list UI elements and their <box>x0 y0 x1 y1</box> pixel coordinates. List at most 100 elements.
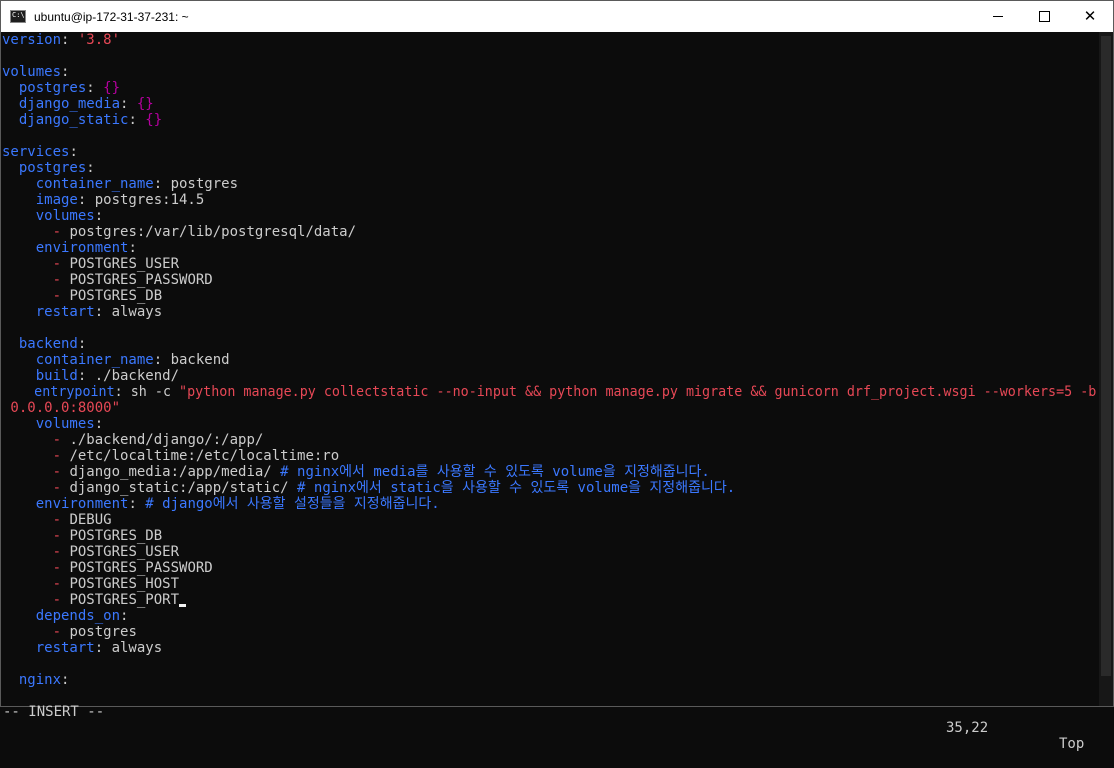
code-token: environment <box>2 240 129 256</box>
code-line: - POSTGRES_HOST <box>2 576 179 592</box>
code-token: : backend <box>153 352 230 368</box>
code-token: version <box>2 32 62 48</box>
code-token: : <box>120 96 137 112</box>
code-token: depends_on <box>2 608 121 624</box>
close-icon: ✕ <box>1083 7 1097 25</box>
code-token: django_media:/app/media/ <box>61 464 281 480</box>
code-token: entrypoint <box>2 384 115 400</box>
minimize-button[interactable] <box>975 1 1021 32</box>
code-line: - postgres <box>2 624 137 640</box>
code-token: : <box>61 672 70 688</box>
app-icon-label: C:\ <box>12 11 25 19</box>
code-token: : always <box>94 304 163 320</box>
scrollbar-thumb[interactable] <box>1101 36 1111 676</box>
code-token: build <box>2 368 78 384</box>
code-token: restart <box>2 304 95 320</box>
code-token: - <box>52 288 62 304</box>
code-line: - django_media:/app/media/ # nginx에서 med… <box>2 464 710 480</box>
code-line: entrypoint: sh -c "python manage.py coll… <box>2 384 1096 400</box>
code-token: : postgres <box>153 176 239 192</box>
code-token: volumes <box>2 64 62 80</box>
code-token: POSTGRES_PASSWORD <box>61 560 213 576</box>
code-line: - POSTGRES_DB <box>2 288 163 304</box>
vim-editor[interactable]: -- INSERT -- 35,22 Top version: '3.8' vol… <box>2 32 1099 752</box>
code-token: ./backend/django/:/app/ <box>61 432 264 448</box>
title-bar[interactable]: C:\ ubuntu@ip-172-31-37-231: ~ ✕ <box>1 1 1113 32</box>
code-line: volumes: <box>2 208 103 224</box>
maximize-button[interactable] <box>1021 1 1067 32</box>
code-line: postgres: {} <box>2 80 120 96</box>
mode-indicator: -- INSERT -- <box>3 704 105 720</box>
code-token: - <box>52 448 62 464</box>
vertical-scrollbar[interactable] <box>1099 32 1113 706</box>
code-line: nginx: <box>2 672 70 688</box>
code-token: {} <box>145 112 163 128</box>
code-line: container_name: postgres <box>2 176 238 192</box>
code-token: : <box>61 64 70 80</box>
code-line: - ./backend/django/:/app/ <box>2 432 264 448</box>
code-line: depends_on: <box>2 608 129 624</box>
code-token: postgres <box>2 80 87 96</box>
code-token: - <box>52 624 62 640</box>
code-token: - <box>52 480 62 496</box>
code-token: /etc/localtime:/etc/localtime:ro <box>61 448 340 464</box>
code-token: django_static:/app/static/ <box>61 480 298 496</box>
code-line: - POSTGRES_PASSWORD <box>2 272 213 288</box>
window-title: ubuntu@ip-172-31-37-231: ~ <box>34 9 189 24</box>
code-token: - <box>52 528 62 544</box>
code-line: - POSTGRES_PASSWORD <box>2 560 213 576</box>
close-button[interactable]: ✕ <box>1067 1 1113 32</box>
code-token: - <box>52 256 62 272</box>
code-token: container_name <box>2 352 154 368</box>
code-line: django_media: {} <box>2 96 154 112</box>
code-line: volumes: <box>2 64 69 80</box>
code-line: postgres: <box>2 160 95 176</box>
code-token: : <box>120 608 129 624</box>
code-token: POSTGRES_USER <box>61 256 180 272</box>
code-token: : <box>86 80 104 96</box>
code-token: {} <box>103 80 121 96</box>
code-line: 0.0.0.0:8000" <box>2 400 120 416</box>
code-token: postgres <box>61 624 137 640</box>
code-line: version: '3.8' <box>2 32 120 48</box>
code-token: POSTGRES_PASSWORD <box>61 272 213 288</box>
code-token: - <box>52 432 62 448</box>
code-token: - <box>52 272 62 288</box>
code-token: : postgres:14.5 <box>77 192 205 208</box>
code-token: postgres:/var/lib/postgresql/data/ <box>61 224 357 240</box>
code-line: restart: always <box>2 640 162 656</box>
code-line: services: <box>2 144 78 160</box>
code-token: : <box>128 112 146 128</box>
code-token: image <box>2 192 78 208</box>
code-token: '3.8' <box>77 32 121 48</box>
code-line: - /etc/localtime:/etc/localtime:ro <box>2 448 340 464</box>
code-line: - DEBUG <box>2 512 112 528</box>
vim-status-line: -- INSERT -- 35,22 Top <box>2 688 1099 752</box>
code-token: volumes <box>2 416 95 432</box>
scroll-position: Top <box>1059 736 1085 752</box>
code-token: : <box>69 144 78 160</box>
code-token: # nginx에서 static을 사용할 수 있도록 volume을 지정해줍… <box>297 480 736 496</box>
code-token: # nginx에서 media를 사용할 수 있도록 volume을 지정해줍니… <box>280 464 710 480</box>
code-token: environment <box>2 496 129 512</box>
code-token: - <box>52 464 62 480</box>
code-token: : always <box>94 640 163 656</box>
console-app-icon[interactable]: C:\ <box>10 10 26 23</box>
code-token: - <box>52 592 62 608</box>
code-token: POSTGRES_DB <box>61 528 163 544</box>
code-token: - <box>52 544 62 560</box>
code-line: - django_static:/app/static/ # nginx에서 s… <box>2 480 736 496</box>
code-token: nginx <box>2 672 62 688</box>
code-token: 0.0.0.0:8000" <box>2 400 121 416</box>
code-token: POSTGRES_PORT <box>61 592 180 608</box>
code-token: : <box>61 32 78 48</box>
code-token: postgres <box>2 160 87 176</box>
code-token: restart <box>2 640 95 656</box>
